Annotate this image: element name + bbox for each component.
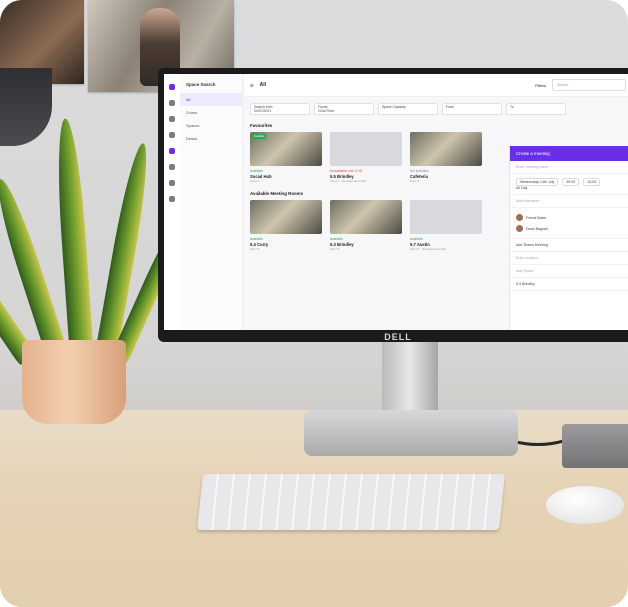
card-status: Not bookable bbox=[410, 169, 429, 173]
favourite-card[interactable]: Unavailable until 12:30 5.5 Brindley Flo… bbox=[330, 132, 402, 183]
photo-scene: Space Search All Zones Spaces Desks ☰ Al… bbox=[0, 0, 628, 607]
floor-filter-value: 22nd Floor bbox=[318, 109, 335, 113]
card-sub: Zone 6 bbox=[250, 179, 260, 183]
meeting-start-time[interactable]: 09:00 bbox=[562, 178, 580, 186]
avatar bbox=[516, 225, 523, 232]
rail-location-icon[interactable] bbox=[169, 116, 175, 122]
nav-title: Space Search bbox=[186, 82, 216, 87]
filter-bar: Search from 04/07/2021 Floors 22nd Floor S… bbox=[244, 97, 628, 121]
app-icon-rail bbox=[164, 74, 181, 330]
date-filter[interactable]: Search from 04/07/2021 bbox=[250, 103, 310, 115]
keyboard bbox=[197, 474, 505, 530]
rail-calendar-icon[interactable] bbox=[169, 164, 175, 170]
card-status: Available bbox=[250, 237, 263, 241]
card-sub: Zone 6 bbox=[410, 179, 420, 183]
rail-globe-icon[interactable] bbox=[169, 196, 175, 202]
capacity-filter-value: Space Capacity bbox=[382, 105, 406, 109]
to-filter-value: To bbox=[510, 105, 514, 109]
closed-laptop bbox=[562, 424, 628, 468]
desk-lamp bbox=[0, 68, 52, 146]
room-card[interactable]: Available 5.4 Curry Floor 5 bbox=[250, 200, 322, 251]
room-photo bbox=[250, 200, 322, 234]
plant-leaf bbox=[53, 117, 94, 359]
nav-item-all[interactable]: All bbox=[180, 93, 242, 106]
card-status: Available bbox=[330, 237, 343, 241]
monitor-screen: Space Search All Zones Spaces Desks ☰ Al… bbox=[164, 74, 628, 330]
from-filter-value: From bbox=[446, 105, 454, 109]
to-filter[interactable]: To bbox=[506, 103, 566, 115]
attendee-item: Dean Bagnall bbox=[516, 223, 626, 234]
attendee-name: Dean Bagnall bbox=[526, 226, 548, 231]
room-card[interactable]: Available 5.3 Brindley Floor 5 bbox=[330, 200, 402, 251]
favourite-card[interactable]: Available Available Social Hub Zone 6 bbox=[250, 132, 322, 183]
nav-item-spaces[interactable]: Spaces bbox=[180, 119, 242, 132]
create-meeting-panel: Create a meeting Enter meeting name Wedn… bbox=[509, 146, 628, 330]
room-photo: Available bbox=[250, 132, 322, 166]
filters-button[interactable]: Filters bbox=[535, 83, 546, 88]
rail-search-icon[interactable] bbox=[169, 148, 175, 154]
monitor-stand-base bbox=[304, 410, 518, 456]
date-filter-value: 04/07/2021 bbox=[254, 109, 271, 113]
card-status: Available bbox=[250, 169, 263, 173]
app-logo-icon[interactable] bbox=[169, 84, 175, 90]
room-photo-placeholder bbox=[330, 132, 402, 166]
attendee-list: Fenna Baker Dean Bagnall bbox=[510, 208, 628, 239]
card-sub: Floor 5 · Development Hub bbox=[410, 247, 447, 251]
add-attendees-input[interactable]: Add Attendees bbox=[510, 195, 628, 208]
meeting-date-row[interactable]: Wednesday 14th July 09:00 10:00 All Day bbox=[510, 174, 628, 195]
page-title: All bbox=[259, 82, 266, 88]
room-photo bbox=[330, 200, 402, 234]
avatar bbox=[516, 214, 523, 221]
floor-filter[interactable]: Floors 22nd Floor bbox=[314, 103, 374, 115]
meeting-date[interactable]: Wednesday 14th July bbox=[516, 178, 559, 186]
room-photo-placeholder bbox=[410, 200, 482, 234]
card-status: Available bbox=[410, 237, 423, 241]
card-status: Unavailable until 12:30 bbox=[330, 169, 363, 173]
rail-home-icon[interactable] bbox=[169, 100, 175, 106]
card-sub: Floor 5 · Development Hub bbox=[330, 179, 367, 183]
teams-toggle-row[interactable]: Add Teams Meeting bbox=[510, 239, 628, 252]
rail-grid-icon[interactable] bbox=[169, 180, 175, 186]
meeting-name-input[interactable]: Enter meeting name bbox=[510, 161, 628, 174]
nav-item-desks[interactable]: Desks bbox=[180, 132, 242, 145]
plant-pot bbox=[22, 340, 126, 424]
panel-title: Create a meeting bbox=[510, 146, 628, 161]
favourites-heading: Favourites bbox=[250, 123, 273, 128]
favourite-card[interactable]: Not bookable Cafeteria Zone 6 bbox=[410, 132, 482, 183]
status-badge: Available bbox=[252, 134, 267, 139]
room-card[interactable]: Available 5.7 Austin Floor 5 · Developme… bbox=[410, 200, 482, 251]
attendee-name: Fenna Baker bbox=[526, 215, 547, 220]
space-search-nav: Space Search All Zones Spaces Desks bbox=[180, 74, 243, 330]
card-sub: Floor 5 bbox=[330, 247, 340, 251]
search-input[interactable]: Search bbox=[552, 79, 626, 91]
add-space-input[interactable]: Add Space bbox=[510, 265, 628, 278]
selected-space[interactable]: 5.3 Brindley bbox=[510, 278, 628, 291]
all-day-checkbox[interactable]: All Day bbox=[516, 186, 626, 190]
mouse bbox=[546, 486, 624, 524]
room-photo bbox=[410, 132, 482, 166]
monitor-stand-neck bbox=[382, 340, 438, 420]
menu-icon[interactable]: ☰ bbox=[250, 83, 254, 88]
from-filter[interactable]: From bbox=[442, 103, 502, 115]
rail-building-icon[interactable] bbox=[169, 132, 175, 138]
nav-item-zones[interactable]: Zones bbox=[180, 106, 242, 119]
app-topbar: ☰ All Filters Search bbox=[244, 74, 628, 97]
location-input[interactable]: Enter location bbox=[510, 252, 628, 265]
monitor-brand-logo: DELL bbox=[384, 332, 412, 342]
capacity-filter[interactable]: Space Capacity bbox=[378, 103, 438, 115]
app-main: ☰ All Filters Search Search from 04/07/20… bbox=[244, 74, 628, 330]
card-sub: Floor 5 bbox=[250, 247, 260, 251]
attendee-item: Fenna Baker bbox=[516, 212, 626, 223]
monitor: Space Search All Zones Spaces Desks ☰ Al… bbox=[158, 68, 628, 342]
meeting-end-time[interactable]: 10:00 bbox=[583, 178, 601, 186]
